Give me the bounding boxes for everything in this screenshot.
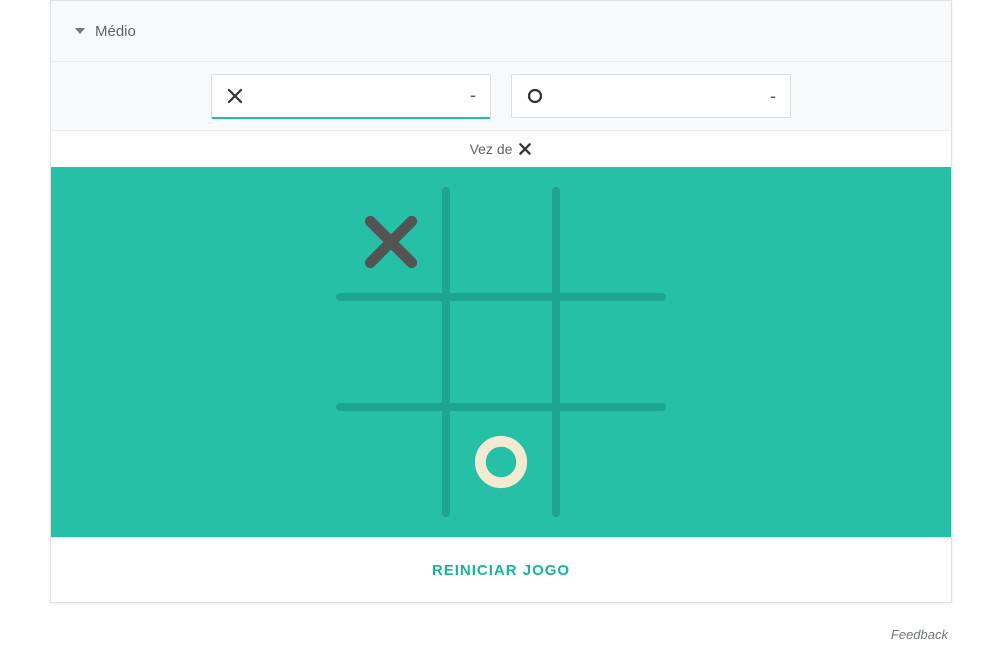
chevron-down-icon xyxy=(75,28,85,34)
restart-button[interactable]: REINICIAR JOGO xyxy=(51,537,951,602)
difficulty-dropdown[interactable]: Médio xyxy=(75,23,136,40)
board-cell-0[interactable] xyxy=(336,187,446,297)
o-icon xyxy=(526,87,544,105)
board-cell-8[interactable] xyxy=(556,407,666,517)
board-cell-4[interactable] xyxy=(446,297,556,407)
x-mark-icon xyxy=(360,211,422,273)
board-area xyxy=(51,167,951,537)
board-cells xyxy=(336,187,666,517)
board-cell-7[interactable] xyxy=(446,407,556,517)
restart-label: REINICIAR JOGO xyxy=(432,562,570,579)
o-mark-icon xyxy=(470,431,532,493)
board-cell-1[interactable] xyxy=(446,187,556,297)
score-x-value: - xyxy=(244,85,476,106)
score-bar: - - xyxy=(51,62,951,131)
score-o-value: - xyxy=(544,86,776,107)
feedback-link[interactable]: Feedback xyxy=(891,627,948,642)
difficulty-label: Médio xyxy=(95,23,136,40)
board-cell-3[interactable] xyxy=(336,297,446,407)
score-card-x[interactable]: - xyxy=(211,74,491,119)
turn-indicator: Vez de xyxy=(51,131,951,167)
game-board xyxy=(336,187,666,517)
x-icon xyxy=(226,87,244,105)
turn-x-icon xyxy=(518,142,532,156)
board-cell-5[interactable] xyxy=(556,297,666,407)
tic-tac-toe-card: Médio - - Vez de xyxy=(50,0,952,603)
header-bar: Médio xyxy=(51,1,951,62)
board-cell-2[interactable] xyxy=(556,187,666,297)
score-card-o[interactable]: - xyxy=(511,74,791,118)
board-cell-6[interactable] xyxy=(336,407,446,517)
turn-text: Vez de xyxy=(470,141,513,157)
